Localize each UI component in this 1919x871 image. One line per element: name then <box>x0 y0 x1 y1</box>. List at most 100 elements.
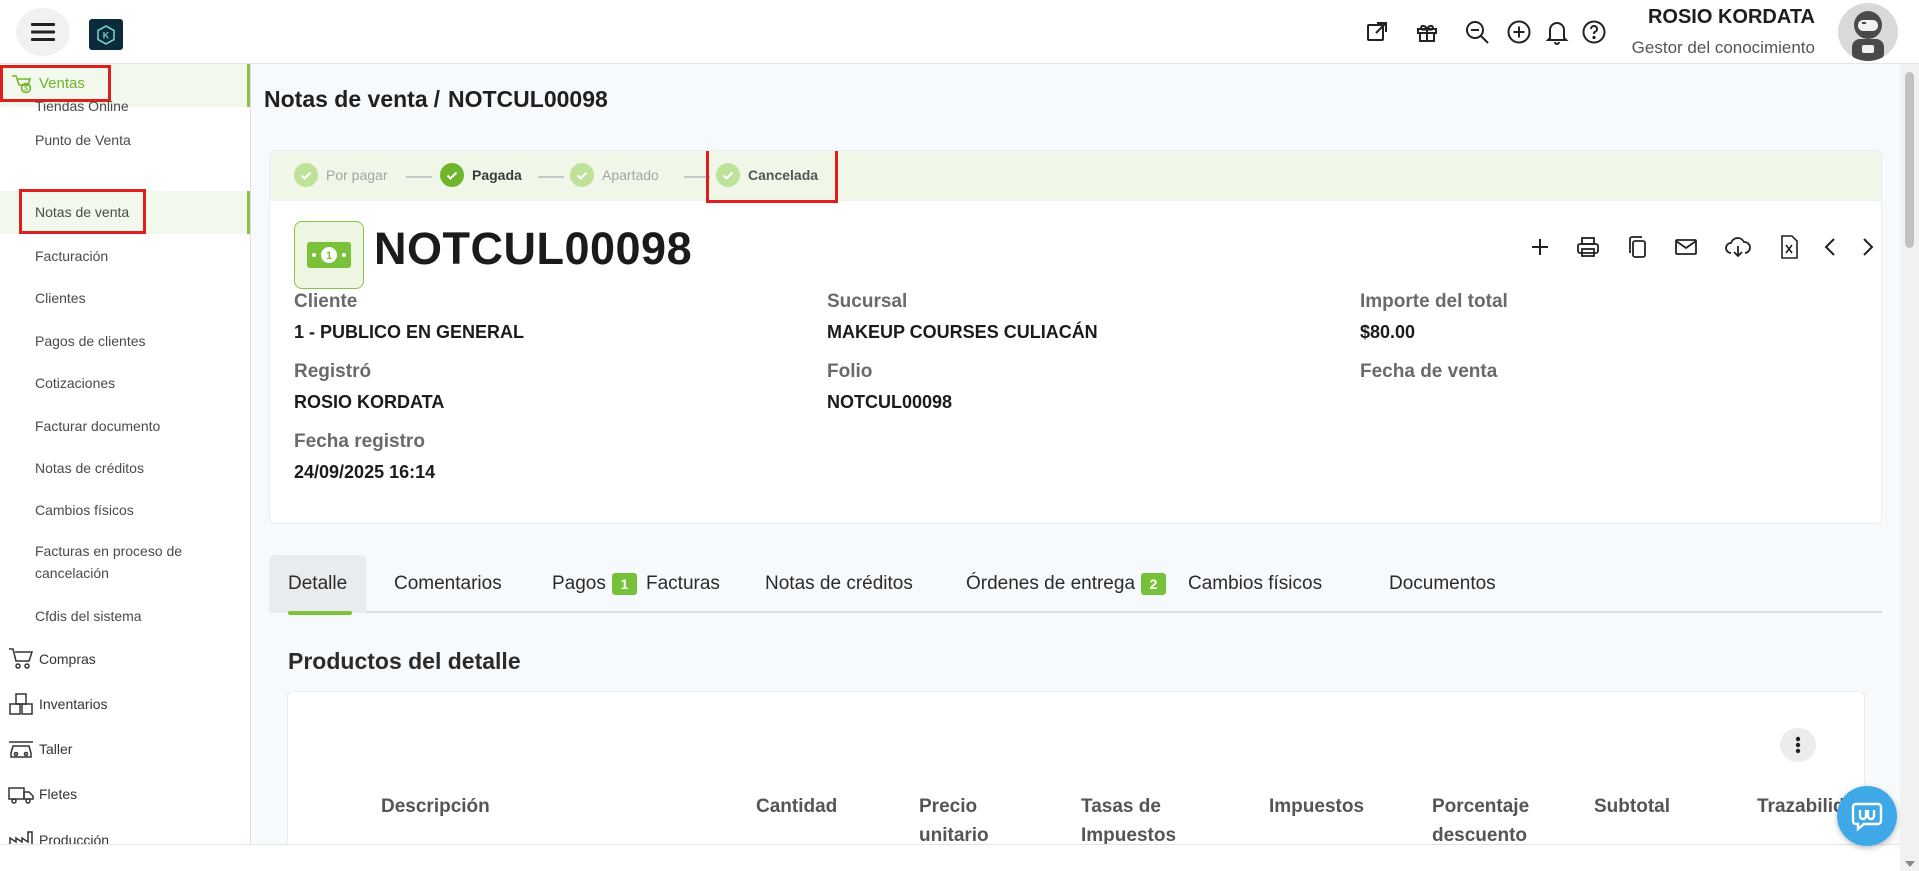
document-card: Por pagar Pagada Apartado Cancelada 1 NO… <box>269 150 1882 524</box>
hamburger-icon <box>31 23 55 41</box>
sidebar-section-produccion[interactable]: Producción <box>8 828 109 844</box>
sidebar-item-cambios-fisicos[interactable]: Cambios físicos <box>35 499 235 521</box>
table-options-button[interactable] <box>1780 728 1816 762</box>
tab-label: Documentos <box>1389 573 1496 594</box>
sidebar-item-tiendas-online[interactable]: Tiendas Online <box>35 95 235 117</box>
tab-comentarios[interactable]: Comentarios <box>394 555 502 613</box>
importe-label: Importe del total <box>1360 291 1508 312</box>
column-header-porcentaje-descuento[interactable]: Porcentaje descuento <box>1432 792 1529 850</box>
next-button[interactable] <box>1854 233 1881 261</box>
factory-icon <box>9 831 33 844</box>
sidebar-section-produccion-label: Producción <box>39 832 110 844</box>
help-button[interactable] <box>1580 18 1608 46</box>
sidebar-item-facturas-en-proceso[interactable]: Facturas en proceso de cancelación <box>35 540 205 584</box>
sidebar-item-clientes[interactable]: Clientes <box>35 287 235 309</box>
export-excel-button[interactable] <box>1775 233 1803 261</box>
scrollbar-thumb[interactable] <box>1905 72 1914 248</box>
check-icon <box>294 163 318 187</box>
sidebar-item-notas-de-creditos[interactable]: Notas de créditos <box>35 457 235 479</box>
importe-value: $80.00 <box>1360 322 1416 342</box>
column-header-tasas-de-impuestos[interactable]: Tasas de Impuestos <box>1081 792 1176 850</box>
svg-text:$: $ <box>24 85 28 92</box>
sidebar-section-fletes[interactable]: Fletes <box>8 782 77 806</box>
registro-value: ROSIO KORDATA <box>294 392 445 412</box>
app-logo[interactable]: K <box>89 19 123 50</box>
sidebar-section-compras-label: Compras <box>39 651 96 667</box>
column-header-precio-unitario[interactable]: Precio unitario <box>919 792 989 850</box>
sidebar-item-facturacion[interactable]: Facturación <box>35 245 235 267</box>
column-header-cantidad[interactable]: Cantidad <box>756 792 837 821</box>
scroll-down-arrow-icon[interactable] <box>1905 861 1915 867</box>
hamburger-menu-button[interactable] <box>16 8 70 56</box>
tab-badge: 2 <box>1141 573 1167 595</box>
tab-label: Detalle <box>288 573 348 594</box>
gift-button[interactable] <box>1413 18 1441 46</box>
document-type-icon: 1 <box>294 221 364 289</box>
truck-icon <box>8 787 34 804</box>
chat-icon <box>1851 802 1883 832</box>
add-button[interactable] <box>1505 18 1533 46</box>
cliente-label: Cliente <box>294 291 358 312</box>
step-label: Pagada <box>472 167 522 183</box>
copy-icon <box>1629 236 1646 258</box>
step-label: Por pagar <box>326 167 388 183</box>
sidebar-item-pagos-de-clientes[interactable]: Pagos de clientes <box>35 330 235 352</box>
sidebar-item-facturar-documento[interactable]: Facturar documento <box>35 415 235 437</box>
folio-label: Folio <box>827 361 873 382</box>
chat-support-button[interactable] <box>1837 786 1897 846</box>
step-pagada: Pagada <box>440 163 522 187</box>
download-button[interactable] <box>1724 233 1752 261</box>
tab-documentos[interactable]: Documentos <box>1389 555 1496 613</box>
previous-button[interactable] <box>1816 233 1844 261</box>
car-repair-icon <box>9 741 33 758</box>
tab-ordenes-de-entrega[interactable]: Órdenes de entrega 2 <box>966 555 1172 613</box>
tab-facturas[interactable]: Facturas <box>646 555 720 613</box>
new-document-button[interactable] <box>1526 233 1554 261</box>
search-button[interactable] <box>1463 18 1491 46</box>
sidebar-section-ventas-label: Ventas <box>39 75 85 92</box>
excel-file-icon <box>1781 235 1798 259</box>
chevron-left-icon <box>1824 238 1835 256</box>
svg-text:K: K <box>103 30 110 40</box>
notifications-button[interactable] <box>1543 18 1571 46</box>
astronaut-avatar-icon <box>1852 11 1884 61</box>
sidebar-item-punto-de-venta[interactable]: Punto de Venta <box>35 129 235 151</box>
tab-cambios-fisicos[interactable]: Cambios físicos <box>1188 555 1322 613</box>
mail-icon <box>1675 239 1697 255</box>
tab-badge: 1 <box>611 573 637 595</box>
kebab-menu-icon <box>1795 736 1801 754</box>
email-button[interactable] <box>1672 233 1700 261</box>
sidebar-section-taller[interactable]: Taller <box>8 737 72 761</box>
vertical-scrollbar[interactable] <box>1900 64 1919 871</box>
tab-notas-de-creditos[interactable]: Notas de créditos <box>765 555 913 613</box>
horizontal-scroll-area <box>0 844 1900 871</box>
breadcrumb-parent[interactable]: Notas de venta <box>264 86 428 112</box>
copy-button[interactable] <box>1623 233 1651 261</box>
breadcrumb-current: NOTCUL00098 <box>448 86 608 112</box>
chevron-right-icon <box>1863 238 1874 256</box>
user-avatar[interactable] <box>1838 3 1898 61</box>
column-header-descripcion[interactable]: Descripción <box>381 792 490 821</box>
sidebar-section-inventarios[interactable]: Inventarios <box>8 692 107 716</box>
tab-label: Notas de créditos <box>765 573 913 594</box>
tab-label: Comentarios <box>394 573 502 594</box>
tab-label: Órdenes de entrega <box>966 573 1136 594</box>
external-link-button[interactable] <box>1363 18 1391 46</box>
user-name: ROSIO KORDATA <box>1647 6 1815 28</box>
sidebar-section-compras[interactable]: Compras <box>8 647 96 671</box>
cart-icon <box>9 648 34 669</box>
check-icon <box>440 163 464 187</box>
logo-icon: K <box>97 24 115 45</box>
tab-pagos[interactable]: Pagos 1 <box>552 555 643 613</box>
sucursal-label: Sucursal <box>827 291 908 312</box>
column-header-impuestos[interactable]: Impuestos <box>1269 792 1364 821</box>
sidebar-item-cfdis-del-sistema[interactable]: Cfdis del sistema <box>35 605 235 627</box>
column-header-subtotal[interactable]: Subtotal <box>1594 792 1670 821</box>
fecha-registro-label: Fecha registro <box>294 431 425 452</box>
sales-icon: $ <box>12 74 32 93</box>
sidebar-item-cotizaciones[interactable]: Cotizaciones <box>35 372 235 394</box>
tab-detalle[interactable]: Detalle <box>269 555 367 615</box>
print-button[interactable] <box>1574 233 1602 261</box>
step-connector <box>406 176 432 178</box>
cloud-download-icon <box>1725 237 1751 258</box>
